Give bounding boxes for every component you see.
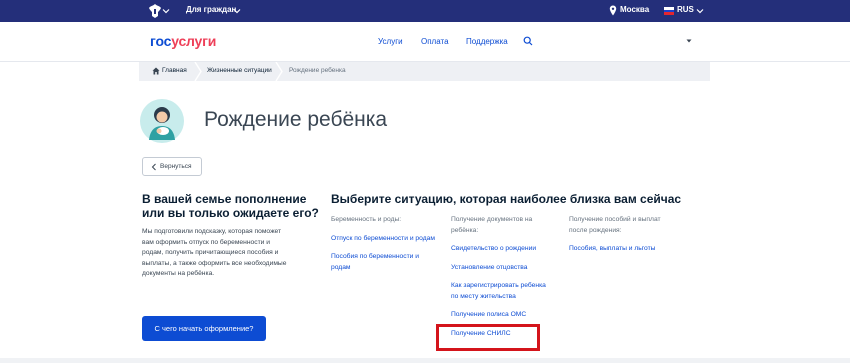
breadcrumb: Главная Жизненные ситуации Рождение ребе…: [139, 62, 710, 81]
link-paternity[interactable]: Установление отцовства: [451, 263, 551, 274]
mother-and-baby-icon: [140, 99, 184, 143]
link-birth-certificate[interactable]: Свидетельство о рождении: [451, 244, 551, 255]
situation-column-pregnancy: Беременность и роды: Отпуск по беременно…: [331, 215, 439, 281]
link-maternity-leave[interactable]: Отпуск по беременности и родам: [331, 234, 439, 245]
link-benefits-payments[interactable]: Пособия, выплаты и льготы: [569, 244, 679, 255]
column-heading: Беременность и роды:: [331, 216, 402, 223]
search-icon[interactable]: [523, 36, 533, 46]
location-pin-icon: [609, 5, 617, 16]
nav-services[interactable]: Услуги: [378, 37, 403, 46]
guide-description: Мы подготовили подсказку, которая поможе…: [142, 228, 287, 277]
chevron-down-icon[interactable]: [232, 6, 242, 16]
chevron-down-icon[interactable]: [161, 6, 171, 16]
chevron-left-icon: [151, 163, 156, 171]
audience-selector[interactable]: Для граждан: [186, 5, 236, 14]
gosuslugi-logo[interactable]: госуслуги: [150, 33, 216, 49]
highlight-box: [436, 324, 540, 351]
language-selector[interactable]: RUS: [677, 5, 694, 14]
nav-support[interactable]: Поддержка: [466, 37, 508, 46]
link-child-registration[interactable]: Как зарегистрировать ребенка по месту жи…: [451, 281, 551, 302]
link-maternity-benefits[interactable]: Пособия по беременности и родам: [331, 252, 439, 273]
start-registration-button[interactable]: С чего начать оформление?: [142, 316, 266, 341]
back-button-label: Вернуться: [160, 163, 192, 170]
emblem-icon[interactable]: [148, 3, 162, 19]
main-header: госуслуги Услуги Оплата Поддержка: [0, 22, 850, 62]
column-heading: Получение документов на ребёнка:: [451, 216, 533, 234]
family-question-heading: В вашей семье пополнение или вы только о…: [142, 192, 319, 220]
caret-down-icon[interactable]: [686, 38, 692, 44]
link-oms-policy[interactable]: Получение полиса ОМС: [451, 310, 551, 321]
top-bar: Для граждан Москва RUS: [0, 0, 850, 22]
situations-heading: Выберите ситуацию, которая наиболее близ…: [331, 192, 682, 206]
column-heading: Получение пособий и выплат после рождени…: [569, 216, 661, 234]
breadcrumb-current: Рождение ребенка: [289, 67, 346, 74]
breadcrumb-life-situations[interactable]: Жизненные ситуации: [207, 67, 272, 74]
situation-column-benefits: Получение пособий и выплат после рождени…: [569, 215, 679, 263]
breadcrumb-home[interactable]: Главная: [162, 67, 187, 74]
city-selector[interactable]: Москва: [620, 5, 649, 14]
back-button[interactable]: Вернуться: [142, 157, 202, 176]
breadcrumb-separator: [194, 62, 202, 81]
breadcrumb-separator: [275, 62, 283, 81]
russian-flag-icon: [664, 7, 674, 15]
nav-payment[interactable]: Оплата: [421, 37, 449, 46]
footer-divider: [0, 358, 850, 363]
chevron-down-icon[interactable]: [695, 6, 705, 16]
page-title: Рождение ребёнка: [204, 108, 388, 131]
home-icon[interactable]: [152, 67, 160, 75]
